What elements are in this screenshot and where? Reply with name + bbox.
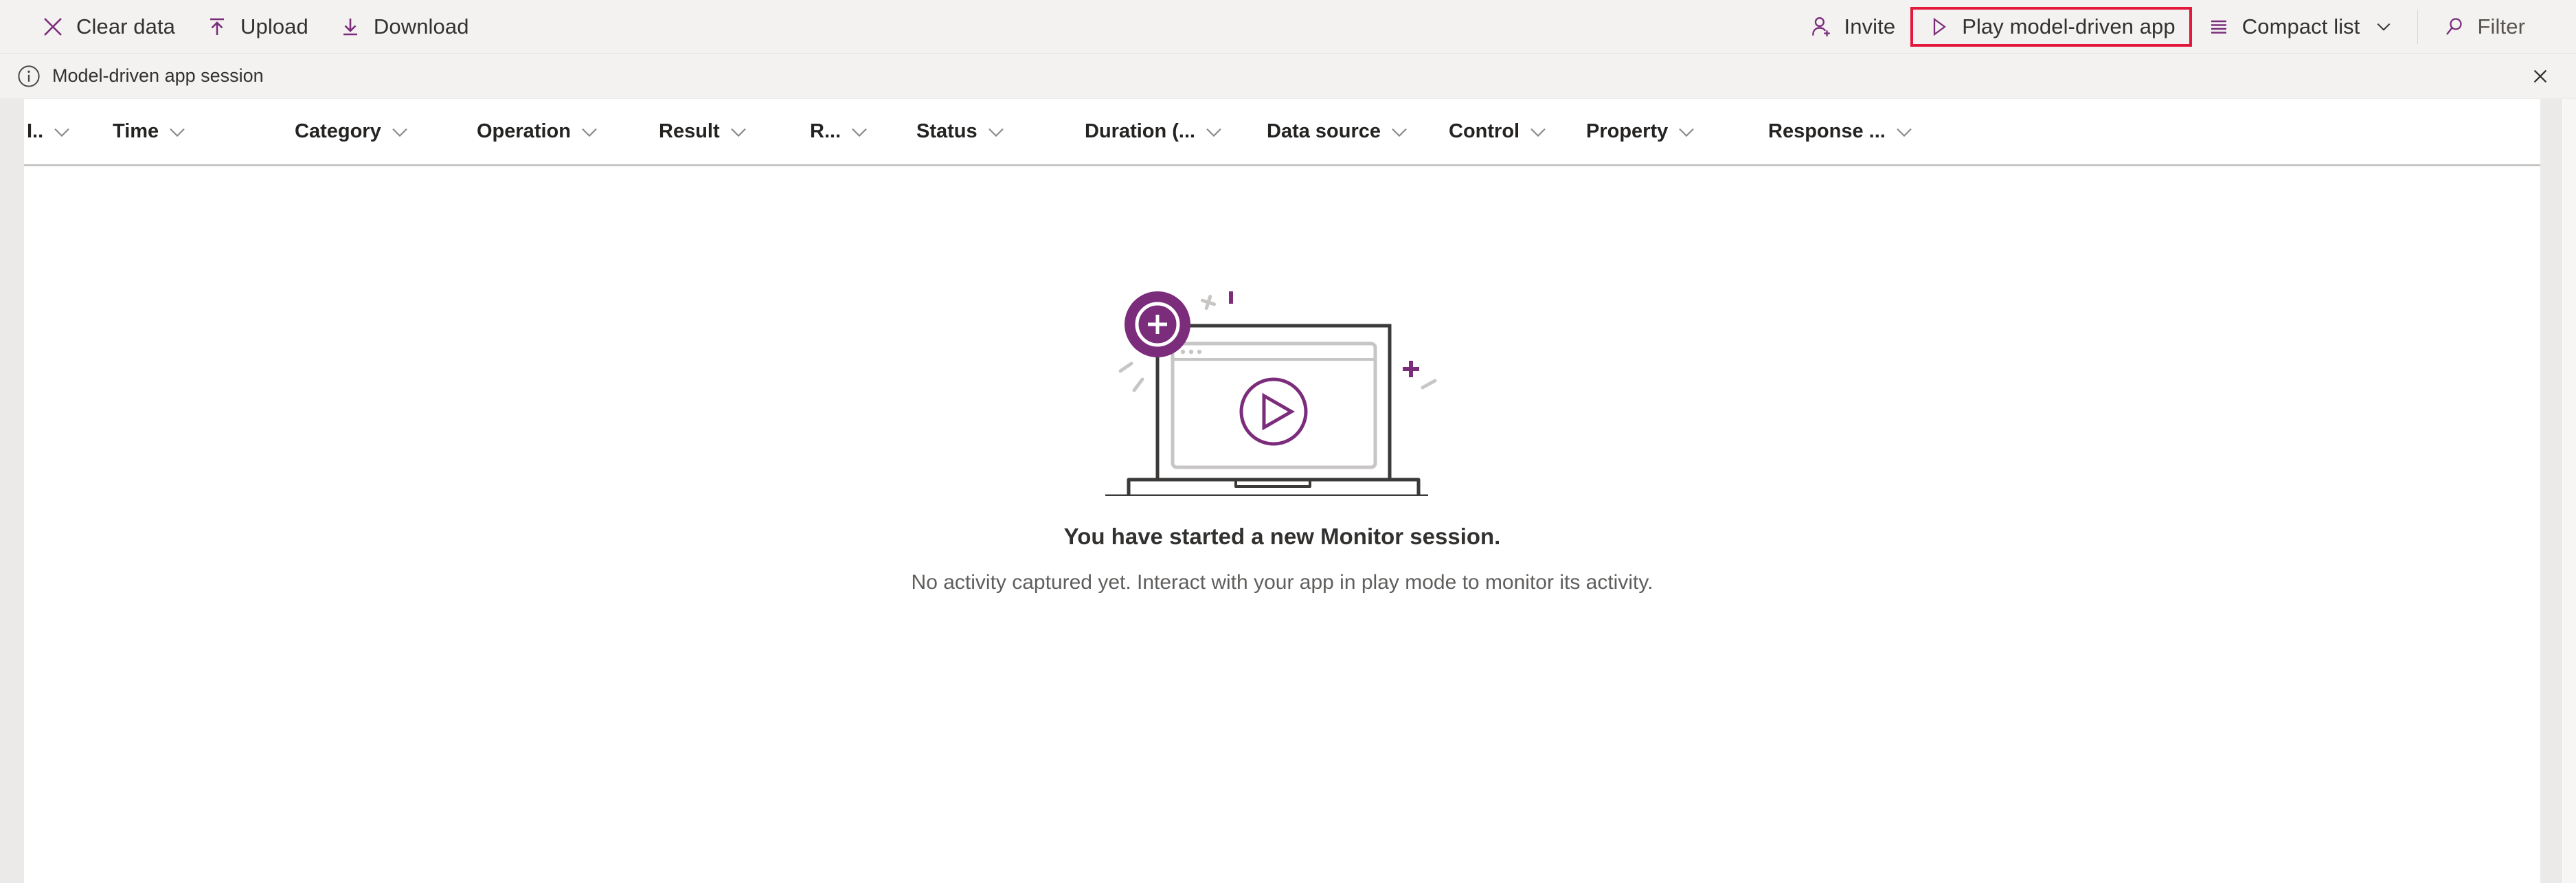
upload-button[interactable]: Upload <box>190 8 324 45</box>
compact-list-button[interactable]: Compact list <box>2192 8 2408 45</box>
column-header-label: Status <box>916 120 978 142</box>
column-header-label: I.. <box>27 120 44 142</box>
message-bar-text: Model-driven app session <box>52 65 264 86</box>
chevron-down-icon[interactable] <box>579 122 600 142</box>
filter-label: Filter <box>2477 14 2525 38</box>
chevron-down-icon[interactable] <box>1676 122 1697 142</box>
chevron-down-icon[interactable] <box>849 122 870 142</box>
laptop-play-new-session-illustration <box>1104 269 1461 496</box>
column-header-result[interactable]: Result <box>656 99 807 164</box>
play-model-driven-app-label: Play model-driven app <box>1962 14 2176 38</box>
grid-header-row: I.. Time Category Operation Result R... Status… <box>24 99 2540 166</box>
command-bar-right-group: Invite Play model-driven app Compact lis… <box>1794 6 2576 47</box>
chevron-down-icon[interactable] <box>728 122 749 142</box>
column-header-duration[interactable]: Duration (... <box>1082 99 1264 164</box>
chevron-down-icon[interactable] <box>1389 122 1410 142</box>
chevron-down-icon[interactable] <box>389 122 410 142</box>
compact-list-label: Compact list <box>2241 14 2360 38</box>
command-bar: Clear data Upload Download Invite Play m… <box>0 0 2576 54</box>
column-header-label: Duration (... <box>1085 120 1196 142</box>
column-header-label: Operation <box>477 120 571 142</box>
column-header-label: R... <box>810 120 841 142</box>
column-header-category[interactable]: Category <box>292 99 474 164</box>
column-header-label: Control <box>1449 120 1520 142</box>
column-header-r[interactable]: R... <box>807 99 914 164</box>
invite-button[interactable]: Invite <box>1794 8 1911 45</box>
left-gutter <box>0 99 24 883</box>
person-add-icon <box>1809 15 1833 38</box>
column-header-data-source[interactable]: Data source <box>1264 99 1446 164</box>
monitor-app-window: Clear data Upload Download Invite Play m… <box>0 0 2576 883</box>
chevron-down-icon <box>2375 18 2393 36</box>
invite-label: Invite <box>1844 14 1896 38</box>
message-bar: Model-driven app session <box>0 54 2576 99</box>
column-header-operation[interactable]: Operation <box>474 99 656 164</box>
search-magnifier-icon <box>2443 15 2466 38</box>
column-header-response[interactable]: Response ... <box>1765 99 1947 164</box>
upload-arrow-icon <box>205 15 229 38</box>
column-header-control[interactable]: Control <box>1446 99 1583 164</box>
upload-label: Upload <box>240 14 308 38</box>
column-header-label: Property <box>1586 120 1669 142</box>
close-x-icon <box>41 15 65 38</box>
info-circle-icon <box>15 63 43 90</box>
chevron-down-icon[interactable] <box>1894 122 1914 142</box>
chevron-down-icon[interactable] <box>167 122 188 142</box>
play-model-driven-app-button[interactable]: Play model-driven app <box>1910 6 2192 47</box>
play-triangle-icon <box>1927 15 1950 38</box>
empty-state: You have started a new Monitor session. … <box>24 166 2540 883</box>
vertical-scrollbar[interactable] <box>2561 99 2576 883</box>
download-button[interactable]: Download <box>324 8 484 45</box>
download-arrow-icon <box>339 15 362 38</box>
empty-state-subtitle: No activity captured yet. Interact with … <box>911 571 1653 594</box>
column-header-property[interactable]: Property <box>1583 99 1765 164</box>
list-lines-icon <box>2207 15 2230 38</box>
column-header-label: Result <box>659 120 720 142</box>
filter-button[interactable]: Filter <box>2428 8 2541 45</box>
column-header-label: Category <box>295 120 381 142</box>
chevron-down-icon[interactable] <box>1528 122 1548 142</box>
command-bar-left-group: Clear data Upload Download <box>0 8 484 45</box>
column-header-i[interactable]: I.. <box>24 99 110 164</box>
column-header-label: Response ... <box>1768 120 1886 142</box>
column-header-label: Data source <box>1267 120 1381 142</box>
column-header-status[interactable]: Status <box>914 99 1082 164</box>
column-header-time[interactable]: Time <box>110 99 292 164</box>
empty-state-title: You have started a new Monitor session. <box>1063 524 1501 549</box>
chevron-down-icon[interactable] <box>1204 122 1224 142</box>
events-grid: I.. Time Category Operation Result R... Status… <box>24 99 2540 883</box>
message-bar-close-button[interactable] <box>2524 60 2557 93</box>
chevron-down-icon[interactable] <box>52 122 72 142</box>
command-bar-divider <box>2417 9 2418 44</box>
content-area: I.. Time Category Operation Result R... Status… <box>0 99 2576 883</box>
column-header-label: Time <box>113 120 159 142</box>
clear-data-button[interactable]: Clear data <box>26 8 190 45</box>
right-gutter <box>2540 99 2561 883</box>
chevron-down-icon[interactable] <box>986 122 1006 142</box>
download-label: Download <box>373 14 469 38</box>
clear-data-label: Clear data <box>76 14 176 38</box>
